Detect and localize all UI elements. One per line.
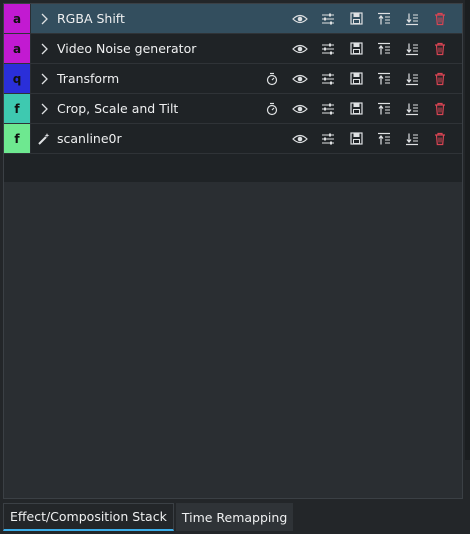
save-icon[interactable] [342, 64, 370, 93]
move-up-icon[interactable] [370, 4, 398, 33]
adjacent-panel-edge [465, 0, 470, 460]
delete-icon[interactable] [426, 94, 454, 123]
effect-type-badge: f [4, 94, 31, 123]
effect-type-badge: q [4, 64, 31, 93]
move-down-icon[interactable] [398, 34, 426, 63]
delete-icon[interactable] [426, 124, 454, 153]
effect-type-badge: f [4, 124, 31, 153]
move-up-icon[interactable] [370, 124, 398, 153]
move-down-icon[interactable] [398, 94, 426, 123]
keyframe-timer-icon [258, 34, 286, 63]
effect-row[interactable]: a Video Noise generator [4, 34, 462, 64]
sliders-icon[interactable] [314, 124, 342, 153]
effect-row-actions [258, 34, 454, 63]
effect-name: scanline0r [57, 131, 122, 146]
keyframe-timer-icon [258, 4, 286, 33]
effect-name: Crop, Scale and Tilt [57, 101, 179, 116]
effect-name: RGBA Shift [57, 11, 125, 26]
move-up-icon[interactable] [370, 34, 398, 63]
effect-row-actions [258, 4, 454, 33]
delete-icon[interactable] [426, 64, 454, 93]
chevron-right-icon[interactable] [31, 64, 57, 93]
keyframe-timer-icon[interactable] [258, 64, 286, 93]
effect-name: Video Noise generator [57, 41, 197, 56]
effect-type-badge: a [4, 4, 31, 33]
tab-time-remapping[interactable]: Time Remapping [175, 503, 294, 531]
sliders-icon[interactable] [314, 4, 342, 33]
eye-icon[interactable] [286, 94, 314, 123]
effect-row[interactable]: f Crop, Scale and Tilt [4, 94, 462, 124]
move-up-icon[interactable] [370, 94, 398, 123]
chevron-right-icon[interactable] [31, 34, 57, 63]
save-icon[interactable] [342, 34, 370, 63]
keyframe-timer-icon[interactable] [258, 94, 286, 123]
delete-icon[interactable] [426, 4, 454, 33]
save-icon[interactable] [342, 4, 370, 33]
effect-name: Transform [57, 71, 120, 86]
chevron-right-icon[interactable] [31, 4, 57, 33]
effect-list: a RGBA Shift a Video Noise generator q Transf… [4, 4, 462, 182]
keyframe-timer-icon [258, 124, 286, 153]
effect-row-actions [258, 124, 454, 153]
delete-icon[interactable] [426, 34, 454, 63]
bottom-tab-bar: Effect/Composition Stack Time Remapping [3, 503, 295, 531]
eye-icon[interactable] [286, 64, 314, 93]
effect-row-actions [258, 94, 454, 123]
sliders-icon[interactable] [314, 34, 342, 63]
sliders-icon[interactable] [314, 64, 342, 93]
move-down-icon[interactable] [398, 124, 426, 153]
effect-row-actions [258, 64, 454, 93]
save-icon[interactable] [342, 94, 370, 123]
move-down-icon[interactable] [398, 64, 426, 93]
effect-row[interactable]: a RGBA Shift [4, 4, 462, 34]
save-icon[interactable] [342, 124, 370, 153]
eye-icon[interactable] [286, 4, 314, 33]
effect-row[interactable]: q Transform [4, 64, 462, 94]
tab-effect-composition-stack[interactable]: Effect/Composition Stack [3, 503, 174, 531]
move-up-icon[interactable] [370, 64, 398, 93]
eye-icon[interactable] [286, 124, 314, 153]
effect-type-badge: a [4, 34, 31, 63]
move-down-icon[interactable] [398, 4, 426, 33]
magic-wand-icon [31, 124, 57, 153]
effect-row[interactable]: f scanline0r [4, 124, 462, 154]
sliders-icon[interactable] [314, 94, 342, 123]
chevron-right-icon[interactable] [31, 94, 57, 123]
effect-stack-panel: a RGBA Shift a Video Noise generator q Transf… [3, 3, 463, 499]
eye-icon[interactable] [286, 34, 314, 63]
